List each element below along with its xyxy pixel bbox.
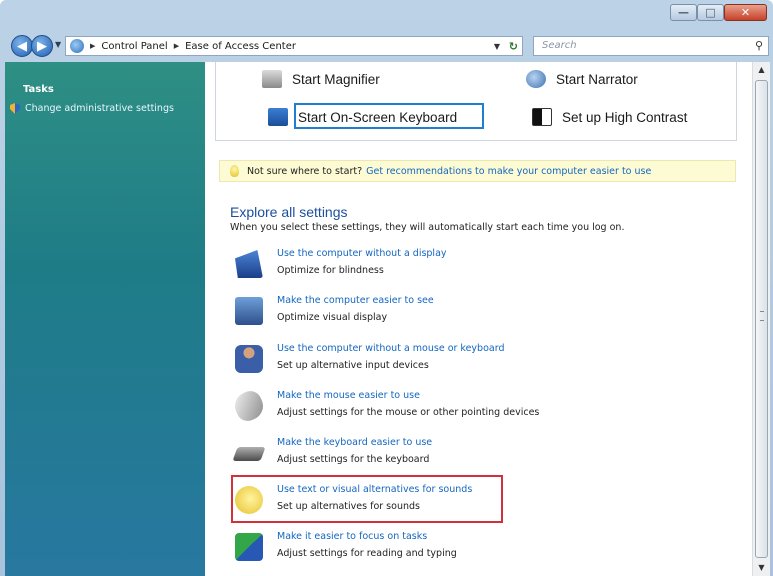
chevron-right-icon[interactable]: ▶ <box>90 42 95 50</box>
minimize-button[interactable]: — <box>670 4 697 21</box>
option-link[interactable]: Use text or visual alternatives for soun… <box>277 484 472 495</box>
high-contrast-icon <box>532 108 552 126</box>
tip-question: Not sure where to start? <box>247 165 363 177</box>
option-description: Adjust settings for reading and typing <box>277 548 457 559</box>
search-box[interactable]: Search ⚲ <box>533 36 769 56</box>
start-on-screen-keyboard-label: Start On-Screen Keyboard <box>298 109 458 125</box>
back-button[interactable]: ◀ <box>11 35 33 57</box>
option-without-mouse-keyboard[interactable]: Use the computer without a mouse or keyb… <box>235 343 715 383</box>
option-sound-alternatives[interactable]: Use text or visual alternatives for soun… <box>235 484 715 524</box>
focus-icon <box>235 533 263 561</box>
option-link[interactable]: Use the computer without a mouse or keyb… <box>277 343 505 354</box>
explore-all-settings-heading: Explore all settings <box>230 204 348 220</box>
search-placeholder: Search <box>542 40 577 51</box>
keyboard-icon <box>268 108 288 126</box>
option-description: Adjust settings for the mouse or other p… <box>277 407 540 418</box>
start-narrator-button[interactable]: Start Narrator <box>526 70 638 88</box>
maximize-button[interactable]: □ <box>697 4 724 21</box>
start-narrator-label: Start Narrator <box>556 71 638 87</box>
maximize-icon: □ <box>705 6 716 19</box>
back-arrow-icon: ◀ <box>17 38 27 54</box>
grip-icon <box>760 311 764 321</box>
option-without-display[interactable]: Use the computer without a display Optim… <box>235 248 715 288</box>
option-description: Adjust settings for the keyboard <box>277 454 430 465</box>
scroll-down-icon[interactable]: ▼ <box>753 560 770 576</box>
breadcrumb-control-panel[interactable]: Control Panel <box>101 41 167 52</box>
navigation-bar: ◀ ▶ ▼ ▶ Control Panel ▶ Ease of Access C… <box>0 34 773 60</box>
option-keyboard-easier[interactable]: Make the keyboard easier to use Adjust s… <box>232 437 715 477</box>
search-icon[interactable]: ⚲ <box>755 39 763 52</box>
close-icon: ✕ <box>740 6 751 19</box>
task-label: Change administrative settings <box>25 103 174 114</box>
tasks-sidebar: Tasks Change administrative settings <box>5 62 205 576</box>
forward-button[interactable]: ▶ <box>31 35 53 57</box>
scrollbar-thumb[interactable] <box>755 80 768 558</box>
start-magnifier-label: Start Magnifier <box>292 71 380 87</box>
option-link[interactable]: Make the computer easier to see <box>277 295 434 306</box>
start-on-screen-keyboard-button[interactable]: Start On-Screen Keyboard <box>268 108 457 126</box>
option-description: Set up alternative input devices <box>277 360 429 371</box>
option-link[interactable]: Make the keyboard easier to use <box>277 437 432 448</box>
start-magnifier-button[interactable]: Start Magnifier <box>262 70 380 88</box>
light-bulb-icon <box>230 165 239 177</box>
mouse-icon <box>230 387 268 425</box>
recent-pages-dropdown-icon[interactable]: ▼ <box>55 40 61 49</box>
address-dropdown-icon[interactable]: ▼ <box>494 42 500 51</box>
option-description: Optimize visual display <box>277 312 388 323</box>
option-link[interactable]: Make the mouse easier to use <box>277 390 420 401</box>
keyboard-icon <box>232 447 266 461</box>
quick-access-panel: Start Magnifier Start Narrator Start On-… <box>215 62 737 141</box>
person-icon <box>235 345 263 373</box>
shield-icon <box>10 103 20 114</box>
control-panel-icon <box>70 39 84 53</box>
speech-bubble-icon <box>235 486 263 514</box>
display-icon <box>235 250 263 278</box>
option-description: Set up alternatives for sounds <box>277 501 420 512</box>
address-bar[interactable]: ▶ Control Panel ▶ Ease of Access Center … <box>65 36 523 56</box>
breadcrumb-ease-of-access-center[interactable]: Ease of Access Center <box>185 41 296 52</box>
close-button[interactable]: ✕ <box>724 4 767 21</box>
scroll-up-icon[interactable]: ▲ <box>753 62 770 78</box>
option-mouse-easier[interactable]: Make the mouse easier to use Adjust sett… <box>230 387 715 430</box>
recommendation-tip-bar: Not sure where to start? Get recommendat… <box>219 160 736 182</box>
get-recommendations-link[interactable]: Get recommendations to make your compute… <box>366 166 651 177</box>
set-up-high-contrast-button[interactable]: Set up High Contrast <box>532 108 687 126</box>
narrator-icon <box>526 70 546 88</box>
forward-arrow-icon: ▶ <box>37 38 47 54</box>
minimize-icon: — <box>678 6 689 19</box>
magnifier-icon <box>262 70 282 88</box>
option-link[interactable]: Use the computer without a display <box>277 248 447 259</box>
chevron-right-icon[interactable]: ▶ <box>174 42 179 50</box>
main-content: Start Magnifier Start Narrator Start On-… <box>205 62 752 576</box>
refresh-icon[interactable]: ↻ <box>509 40 518 53</box>
option-link[interactable]: Make it easier to focus on tasks <box>277 531 427 542</box>
option-easier-to-see[interactable]: Make the computer easier to see Optimize… <box>235 295 715 335</box>
change-administrative-settings-link[interactable]: Change administrative settings <box>10 103 174 114</box>
set-up-high-contrast-label: Set up High Contrast <box>562 109 688 125</box>
control-panel-window: — □ ✕ ◀ ▶ ▼ ▶ Control Panel ▶ Ease of Ac… <box>0 0 773 576</box>
title-bar: — □ ✕ <box>0 0 773 34</box>
explore-description: When you select these settings, they wil… <box>230 222 625 233</box>
tasks-heading: Tasks <box>23 84 54 95</box>
visual-display-icon <box>235 297 263 325</box>
option-focus-on-tasks[interactable]: Make it easier to focus on tasks Adjust … <box>235 531 715 571</box>
vertical-scrollbar[interactable]: ▲ ▼ <box>752 62 770 576</box>
option-description: Optimize for blindness <box>277 265 384 276</box>
